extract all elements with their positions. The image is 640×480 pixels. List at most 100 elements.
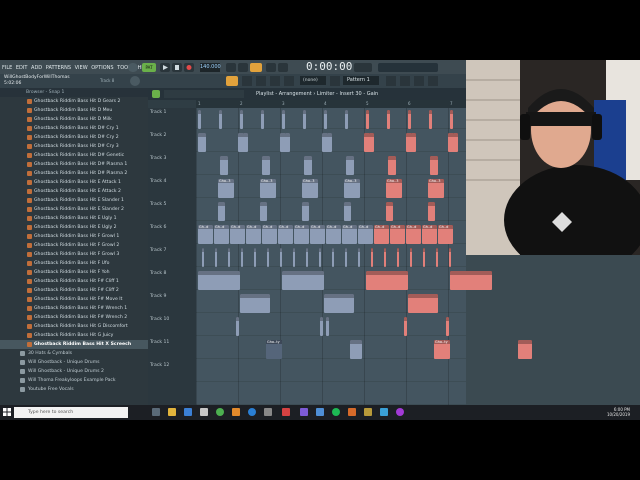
playlist-clip[interactable]: Gh..d (310, 225, 325, 244)
playlist-clip[interactable]: Gh..d (422, 225, 437, 244)
playlist-grid[interactable]: Gho..3 Gho..3 Gho..3 Gho..3 Gho..3 Gho..3 Gh..… (196, 108, 532, 420)
app-icon-4[interactable] (348, 408, 356, 416)
master-pitch-knob[interactable] (130, 76, 140, 86)
playlist-clip[interactable] (404, 317, 407, 336)
menu-file[interactable]: FILE (2, 65, 12, 71)
view-channel-rack-button[interactable] (414, 76, 424, 86)
menu-view[interactable]: VIEW (75, 65, 88, 71)
view-mixer-button[interactable] (428, 76, 438, 86)
browser-sample-item[interactable]: Ghostback Riddim Bass Hit D Milk (0, 115, 148, 124)
view-playlist-button[interactable] (386, 76, 396, 86)
playlist-clip[interactable] (254, 248, 256, 267)
browser-sample-item[interactable]: Ghostback Riddim Bass Hit D# Genetic (0, 151, 148, 160)
playlist-clip[interactable] (241, 248, 243, 267)
track-label[interactable]: Track 2 (150, 133, 166, 138)
playlist-mode-button[interactable] (226, 76, 238, 86)
browser-sample-item[interactable]: Ghostback Riddim Bass Hit F# Move It (0, 295, 148, 304)
playlist-tools[interactable] (164, 90, 244, 98)
menu-add[interactable]: ADD (31, 65, 42, 71)
browser-sample-item[interactable]: Ghostback Riddim Bass Hit F Yoh (0, 268, 148, 277)
playlist-clip[interactable] (448, 133, 454, 152)
browser-sample-item[interactable]: Ghostback Riddim Bass Hit F Growl 2 (0, 241, 148, 250)
playlist-clip[interactable]: Gh..d (294, 225, 309, 244)
record-button[interactable] (184, 63, 194, 72)
playlist-clip[interactable]: Gho..3 (302, 179, 318, 198)
pattern-select[interactable]: Pattern 1 (343, 76, 379, 85)
playlist-clip[interactable]: Gh..d (326, 225, 341, 244)
playlist-clip[interactable] (280, 133, 286, 152)
store-icon[interactable] (200, 408, 208, 416)
playlist-clip[interactable]: Gh..d (198, 225, 213, 244)
playlist-clip[interactable] (446, 317, 449, 336)
playlist-clip[interactable] (387, 110, 390, 129)
stop-button[interactable] (172, 63, 182, 72)
playlist-clip[interactable] (304, 156, 312, 175)
browser-sample-item[interactable]: Ghostback Riddim Bass Hit E Ugly 2 (0, 223, 148, 232)
playlist-clip[interactable] (408, 110, 411, 129)
playlist-clip[interactable] (228, 248, 230, 267)
tool-delete[interactable] (284, 76, 294, 86)
playlist-clip[interactable] (280, 248, 282, 267)
playlist-clip[interactable] (324, 294, 354, 313)
playlist-clip[interactable] (262, 156, 270, 175)
browser-sample-item[interactable]: Ghostback Riddim Bass Hit G Juicy (0, 331, 148, 340)
playlist-clip[interactable] (322, 133, 328, 152)
playlist-clip[interactable] (450, 271, 492, 290)
playlist-clip[interactable]: Gh..d (342, 225, 357, 244)
tool-pencil[interactable] (256, 76, 266, 86)
playlist-clip[interactable] (450, 110, 453, 129)
file-explorer-icon[interactable] (168, 408, 176, 416)
track-label[interactable]: Track 3 (150, 156, 166, 161)
playlist-clip[interactable] (345, 248, 347, 267)
playlist-clip[interactable] (449, 248, 451, 267)
playlist-clip[interactable] (518, 340, 532, 359)
timeline-ruler[interactable]: 1 2 3 4 5 6 7 (196, 100, 466, 108)
playlist-clip[interactable] (364, 133, 370, 152)
playlist-clip[interactable] (198, 133, 206, 152)
playlist-clip[interactable] (282, 271, 324, 290)
snap-select[interactable]: (none) (300, 76, 326, 85)
track-label[interactable]: Track 1 (150, 110, 166, 115)
playlist-clip[interactable] (238, 133, 244, 152)
metronome-button[interactable] (226, 63, 236, 72)
playlist-clip[interactable] (326, 317, 329, 336)
playlist-clip[interactable]: Gh..d (390, 225, 405, 244)
playlist-clip[interactable]: Gh..d (438, 225, 453, 244)
playlist-clip[interactable] (429, 110, 432, 129)
playlist-clip[interactable] (397, 248, 399, 267)
loop-record-button[interactable] (278, 63, 288, 72)
playlist-clip[interactable] (384, 248, 386, 267)
track-label[interactable]: Track 9 (150, 294, 166, 299)
playlist-clip[interactable]: Gho..ty (434, 340, 450, 359)
playlist-clip[interactable]: Gho..3 (386, 179, 402, 198)
browser-sample-item[interactable]: Ghostback Riddim Bass Hit D# Plasma 1 (0, 160, 148, 169)
track-label[interactable]: Track 6 (150, 225, 166, 230)
playlist-clip[interactable] (215, 248, 217, 267)
playlist-clip[interactable] (240, 110, 243, 129)
browser-folder-item[interactable]: Will Thoma Freakyloops Example Pack (0, 376, 148, 385)
playlist-clip[interactable] (346, 156, 354, 175)
app-icon-2[interactable] (300, 408, 308, 416)
track-label[interactable]: Track 5 (150, 202, 166, 207)
blend-notes-button[interactable] (266, 63, 276, 72)
track-label[interactable]: Track 10 (150, 317, 169, 322)
browser-sample-item[interactable]: Ghostback Riddim Bass Hit F# Cliff 1 (0, 277, 148, 286)
browser-sample-item[interactable]: Ghostback Riddim Bass Hit F# Wrench 1 (0, 304, 148, 313)
task-view-icon[interactable] (152, 408, 160, 416)
browser-sample-item[interactable]: Ghostback Riddim Bass Hit D Gears 2 (0, 97, 148, 106)
playlist-clip[interactable] (319, 248, 321, 267)
playlist-clip[interactable]: Gh..d (406, 225, 421, 244)
playlist-clip[interactable] (320, 317, 323, 336)
spotify-icon[interactable] (332, 408, 340, 416)
tool-arrow[interactable] (242, 76, 252, 86)
wait-input-button[interactable] (238, 63, 248, 72)
playlist-clip[interactable] (218, 202, 225, 221)
adobe-icon[interactable] (282, 408, 290, 416)
playlist-clip[interactable] (198, 110, 201, 129)
browser-sample-item[interactable]: Ghostback Riddim Bass Hit X Screech (0, 340, 148, 349)
playlist-clip[interactable]: Gho..ty (266, 340, 282, 359)
playlist-clip[interactable] (386, 202, 393, 221)
browser-sample-item[interactable]: Ghostback Riddim Bass Hit F Growl 1 (0, 232, 148, 241)
playlist-clip[interactable] (436, 248, 438, 267)
mail-icon[interactable] (184, 408, 192, 416)
